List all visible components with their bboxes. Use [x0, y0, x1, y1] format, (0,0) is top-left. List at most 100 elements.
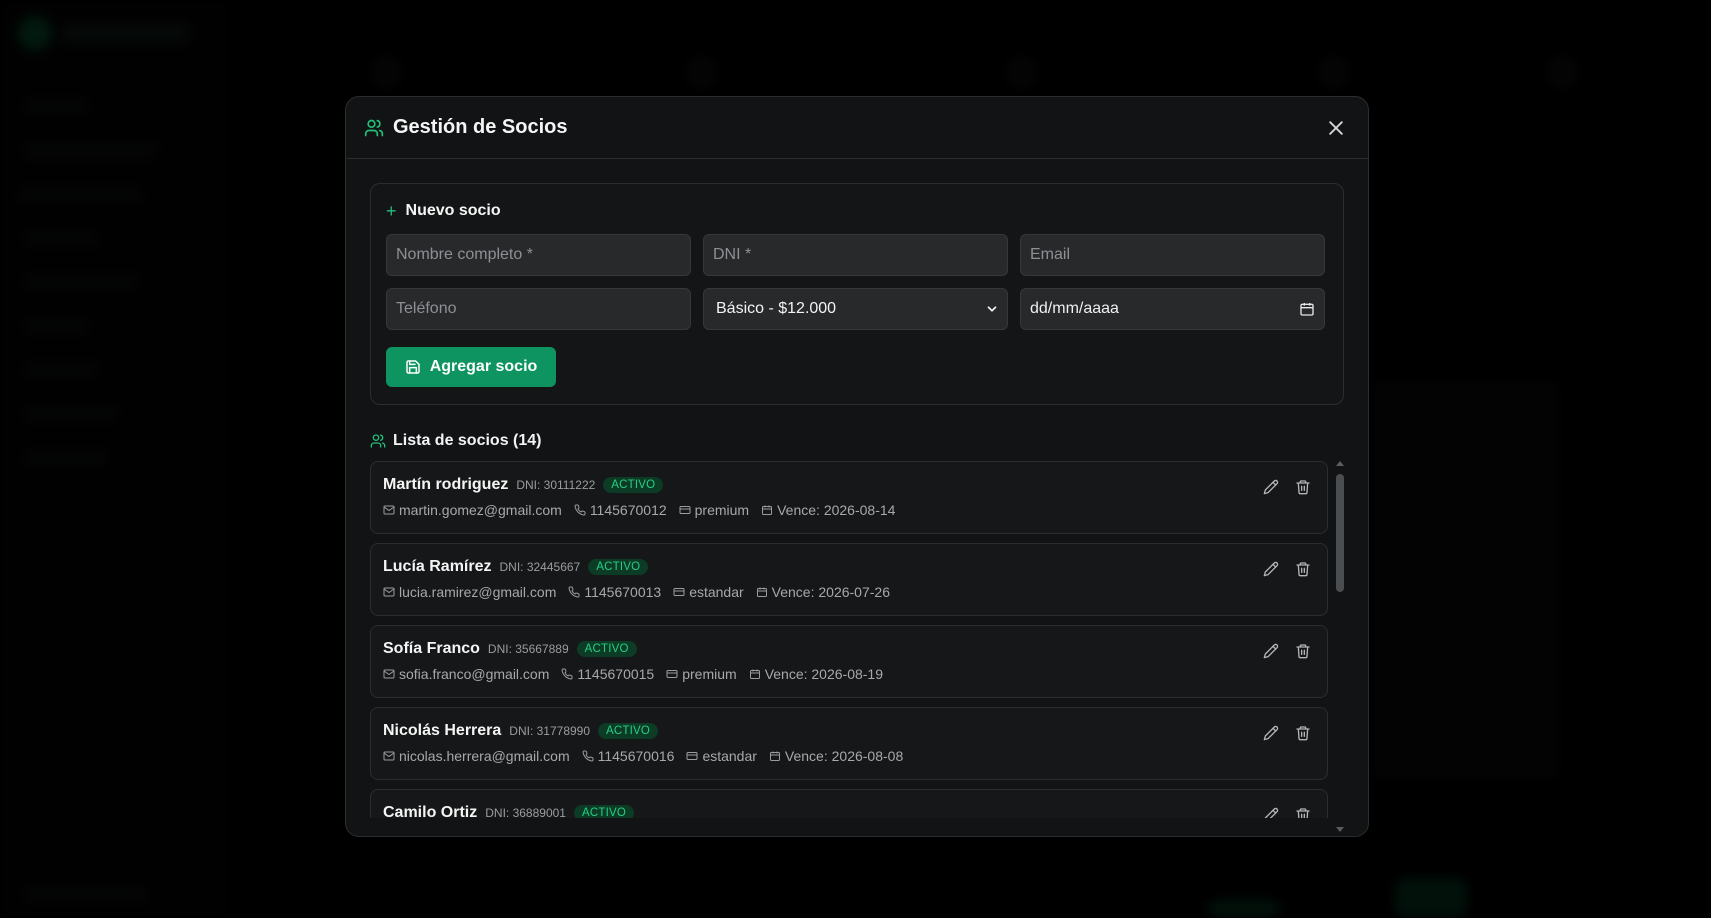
edit-button[interactable]	[1263, 643, 1281, 661]
card-icon	[679, 506, 691, 514]
form-title: + Nuevo socio	[386, 202, 1328, 220]
form-grid: Nombre completo * DNI * Email Teléfono B…	[386, 234, 1328, 330]
delete-button[interactable]	[1295, 479, 1313, 497]
member-phone-text: 1145670013	[584, 584, 662, 600]
plan-select-value: Básico - $12.000	[716, 300, 837, 317]
member-plan-text: premium	[682, 666, 737, 682]
status-badge: ACTIVO	[576, 641, 637, 657]
close-icon	[1329, 120, 1343, 135]
member-phone-text: 1145670015	[577, 666, 655, 682]
list-scrollbar[interactable]	[1335, 461, 1345, 836]
member-plan: premium	[666, 666, 737, 682]
phone-icon	[568, 586, 580, 598]
dni-input[interactable]: DNI *	[703, 234, 1008, 276]
scroll-up-arrow-icon[interactable]	[1336, 461, 1344, 466]
member-expiry-text: Vence: 2026-08-14	[777, 502, 896, 518]
member-plan-text: estandar	[689, 584, 744, 600]
modal-header: Gestión de Socios	[346, 97, 1368, 159]
member-card: Martín rodriguez DNI: 30111222 ACTIVO ma…	[370, 461, 1328, 534]
plan-select[interactable]: Básico - $12.000	[703, 288, 1008, 330]
edit-button[interactable]	[1263, 561, 1281, 579]
trash-icon	[1296, 562, 1310, 577]
member-dni: DNI: 31778990	[509, 724, 591, 738]
calendar-icon[interactable]	[1299, 301, 1315, 317]
status-badge: ACTIVO	[588, 559, 649, 575]
member-plan: premium	[679, 502, 749, 518]
member-name: Lucía Ramírez	[383, 558, 492, 575]
status-badge: ACTIVO	[598, 723, 659, 739]
scroll-thumb[interactable]	[1336, 474, 1344, 592]
member-phone: 1145670012	[574, 502, 667, 518]
member-email: nicolas.herrera@gmail.com	[383, 748, 570, 764]
member-expiry: Vence: 2026-08-14	[761, 502, 895, 518]
members-modal: Gestión de Socios + Nuevo socio Nombre c…	[345, 96, 1369, 837]
edit-button[interactable]	[1263, 725, 1281, 743]
trash-icon	[1296, 726, 1310, 741]
member-plan: estandar	[673, 584, 744, 600]
mail-icon	[383, 587, 395, 597]
close-button[interactable]	[1322, 114, 1350, 142]
expiry-date-input[interactable]: dd/mm/aaaa	[1020, 288, 1325, 330]
edit-button[interactable]	[1263, 479, 1281, 497]
users-icon	[364, 118, 384, 138]
member-card: Sofía Franco DNI: 35667889 ACTIVO sofia.…	[370, 625, 1328, 698]
member-expiry: Vence: 2026-07-26	[756, 584, 890, 600]
member-dni: DNI: 32445667	[499, 560, 581, 574]
members-list-title: Lista de socios (14)	[370, 432, 1344, 450]
phone-icon	[574, 504, 586, 516]
add-member-button[interactable]: Agregar socio	[386, 347, 556, 387]
member-dni: DNI: 30111222	[516, 478, 596, 492]
pencil-icon	[1263, 725, 1279, 741]
mail-icon	[383, 751, 395, 761]
member-email-text: martin.gomez@gmail.com	[399, 502, 562, 518]
member-email-text: lucia.ramirez@gmail.com	[399, 584, 557, 600]
status-badge: ACTIVO	[603, 477, 664, 493]
member-card: Nicolás Herrera DNI: 31778990 ACTIVO nic…	[370, 707, 1328, 780]
card-icon	[686, 752, 698, 760]
member-phone-text: 1145670016	[597, 748, 675, 764]
list-fade	[370, 818, 1330, 836]
card-icon	[666, 670, 678, 678]
new-member-form: + Nuevo socio Nombre completo * DNI * Em…	[370, 183, 1344, 405]
chevron-down-icon	[987, 306, 997, 312]
phone-input[interactable]: Teléfono	[386, 288, 691, 330]
calendar-icon	[769, 751, 780, 761]
member-name: Sofía Franco	[383, 640, 480, 657]
member-phone: 1145670016	[582, 748, 675, 764]
member-email-text: nicolas.herrera@gmail.com	[399, 748, 570, 764]
delete-button[interactable]	[1295, 561, 1313, 579]
members-list-items: Martín rodriguez DNI: 30111222 ACTIVO ma…	[370, 461, 1345, 836]
delete-button[interactable]	[1295, 643, 1313, 661]
member-expiry: Vence: 2026-08-08	[769, 748, 903, 764]
member-expiry-text: Vence: 2026-08-08	[784, 748, 904, 764]
scroll-down-arrow-icon[interactable]	[1336, 827, 1344, 832]
member-expiry: Vence: 2026-08-19	[749, 666, 883, 682]
member-expiry-text: Vence: 2026-07-26	[771, 584, 890, 600]
members-list[interactable]: Martín rodriguez DNI: 30111222 ACTIVO ma…	[370, 461, 1345, 836]
save-icon	[405, 359, 421, 375]
member-phone: 1145670013	[568, 584, 661, 600]
member-phone: 1145670015	[561, 666, 654, 682]
member-name: Nicolás Herrera	[383, 722, 502, 739]
mail-icon	[383, 669, 395, 679]
pencil-icon	[1263, 643, 1279, 659]
member-plan-text: premium	[694, 502, 750, 518]
calendar-icon	[762, 505, 773, 515]
pencil-icon	[1263, 561, 1279, 577]
email-input[interactable]: Email	[1020, 234, 1325, 276]
member-card: Lucía Ramírez DNI: 32445667 ACTIVO lucia…	[370, 543, 1328, 616]
trash-icon	[1296, 480, 1310, 495]
modal-title: Gestión de Socios	[393, 116, 568, 138]
pencil-icon	[1263, 479, 1279, 495]
member-dni: DNI: 35667889	[487, 642, 569, 656]
date-value: dd/mm/aaaa	[1030, 300, 1119, 317]
name-input[interactable]: Nombre completo *	[386, 234, 691, 276]
phone-icon	[561, 668, 573, 680]
member-email: sofia.franco@gmail.com	[383, 666, 549, 682]
member-plan: estandar	[686, 748, 757, 764]
add-member-label: Agregar socio	[429, 358, 538, 375]
phone-icon	[582, 750, 594, 762]
calendar-icon	[749, 669, 760, 679]
member-name: Martín rodriguez	[383, 476, 509, 493]
delete-button[interactable]	[1295, 725, 1313, 743]
